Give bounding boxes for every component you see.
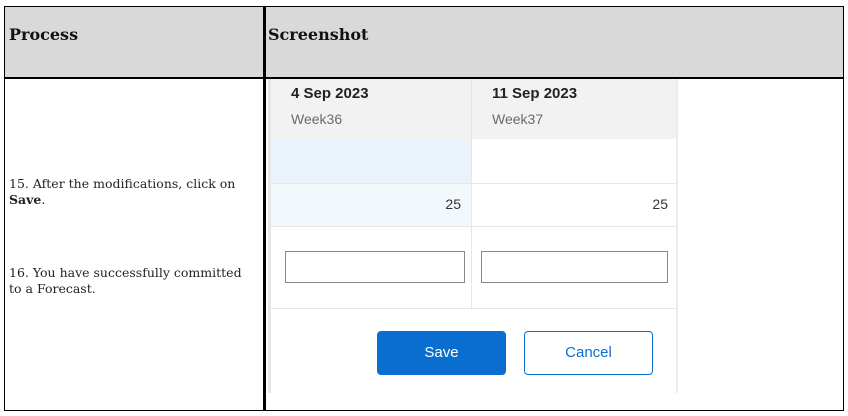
screenshot-edge [676,79,678,393]
grid-cell[interactable]: 25 [271,184,471,226]
table-header-row: Process Screenshot [5,7,843,79]
step-15-text: 15. After the modifications, click on Sa… [9,176,255,208]
embedded-screenshot: 4 Sep 2023 Week36 11 Sep 2023 Week37 25 … [268,79,678,393]
forecast-input-week37[interactable] [481,251,668,283]
forecast-input-week36[interactable] [285,251,465,283]
cell-value: 25 [652,196,668,212]
row-divider [271,308,678,309]
week-column-header: 4 Sep 2023 Week36 [271,79,471,139]
week-column-header: 11 Sep 2023 Week37 [472,79,678,139]
column-week: Week37 [492,111,544,127]
step-15-prefix: 15. After the modifications, click on [9,176,236,191]
column-divider [263,7,266,410]
cancel-button[interactable]: Cancel [524,331,653,375]
save-button[interactable]: Save [377,331,506,375]
grid-cell-selected[interactable] [271,139,471,183]
header-process: Process [9,25,79,44]
column-date: 4 Sep 2023 [291,85,369,102]
grid-cell[interactable]: 25 [472,184,678,226]
column-date: 11 Sep 2023 [492,85,578,102]
step-15-suffix: . [41,192,46,207]
header-screenshot: Screenshot [268,25,369,44]
grid-cell[interactable] [472,139,678,183]
column-week: Week36 [291,111,343,127]
row-divider [271,226,678,227]
step-15-bold: Save [9,192,42,207]
cell-value: 25 [445,196,461,212]
step-16-text: 16. You have successfully committed to a… [9,265,242,296]
